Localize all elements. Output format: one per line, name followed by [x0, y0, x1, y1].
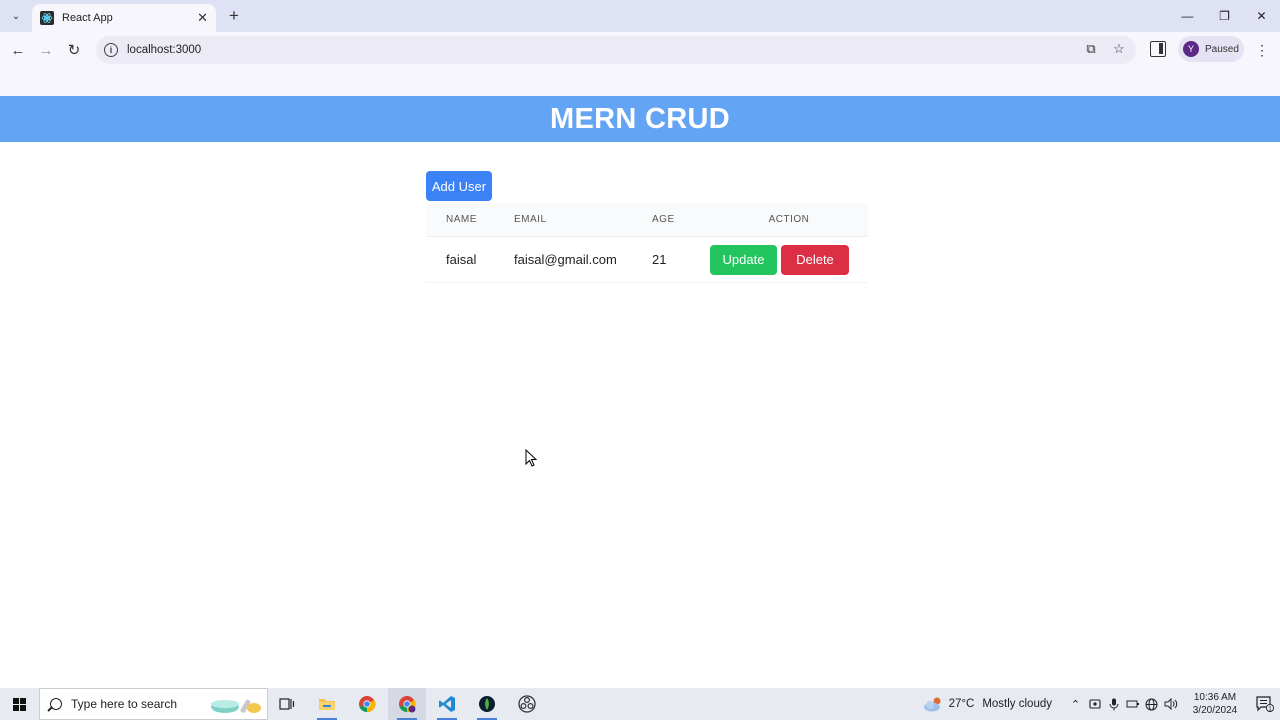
weather-widget[interactable]: 27°C Mostly cloudy — [923, 696, 1052, 712]
mongodb-compass-icon[interactable] — [468, 688, 506, 720]
users-table: NAME EMAIL AGE ACTION faisal faisal@gmai… — [426, 203, 868, 283]
search-icon — [50, 698, 62, 710]
header-email: EMAIL — [514, 214, 547, 225]
profile-button[interactable]: Y Paused — [1178, 36, 1244, 62]
kebab-menu-icon[interactable]: ⋮ — [1254, 40, 1270, 60]
chrome-icon[interactable] — [348, 688, 386, 720]
microphone-icon[interactable] — [1104, 688, 1123, 720]
add-user-button[interactable]: Add User — [426, 171, 492, 201]
clock-time: 10:36 AM — [1193, 692, 1237, 703]
vscode-icon[interactable] — [428, 688, 466, 720]
obs-icon[interactable] — [508, 688, 546, 720]
update-button[interactable]: Update — [710, 244, 777, 275]
profile-status: Paused — [1205, 43, 1239, 55]
weather-temp: 27°C — [948, 698, 975, 710]
avatar: Y — [1183, 41, 1199, 57]
info-icon[interactable]: i — [104, 43, 118, 57]
app-title: MERN CRUD — [550, 102, 730, 135]
minimize-icon[interactable]: — — [1169, 0, 1206, 32]
search-highlight-icon — [211, 699, 261, 713]
battery-icon[interactable] — [1123, 688, 1142, 720]
react-favicon-icon — [40, 11, 54, 25]
bookmark-bar — [0, 68, 1280, 96]
delete-button[interactable]: Delete — [781, 244, 849, 275]
system-tray: 27°C Mostly cloudy ⌃ 10:36 AM 3/20/2024 … — [923, 688, 1280, 720]
page-viewport: MERN CRUD Add User NAME EMAIL AGE ACTION… — [0, 96, 1280, 688]
browser-toolbar: ← → ↻ i localhost:3000 ⧉ ☆ Y Paused — [0, 32, 1280, 68]
close-icon[interactable]: ✕ — [197, 10, 208, 26]
header-action: ACTION — [768, 214, 810, 225]
window-controls: — ❐ ✕ — [1169, 0, 1280, 32]
plus-icon[interactable]: + — [224, 6, 244, 26]
tab-search-icon[interactable]: ⌄ — [6, 6, 26, 26]
cloudy-weather-icon — [923, 697, 941, 712]
url-text: localhost:3000 — [127, 44, 202, 56]
notification-center-icon[interactable]: 1 — [1250, 688, 1280, 720]
tab-react-app[interactable]: React App ✕ — [32, 4, 216, 32]
table-header: NAME EMAIL AGE ACTION — [426, 203, 868, 237]
chevron-up-icon[interactable]: ⌃ — [1066, 688, 1085, 720]
search-placeholder: Type here to search — [71, 697, 178, 711]
window-close-icon[interactable]: ✕ — [1243, 0, 1280, 32]
meet-now-icon[interactable] — [1085, 688, 1104, 720]
task-view-icon[interactable] — [268, 688, 306, 720]
install-app-icon[interactable]: ⧉ — [1082, 40, 1100, 58]
cell-name: faisal — [446, 252, 477, 267]
weather-desc: Mostly cloudy — [982, 698, 1052, 710]
tab-title: React App — [62, 12, 113, 24]
users-container: Add User NAME EMAIL AGE ACTION faisal fa… — [426, 171, 868, 283]
file-explorer-icon[interactable] — [308, 688, 346, 720]
header-age: AGE — [652, 214, 675, 225]
cell-email: faisal@gmail.com — [514, 252, 617, 267]
clock[interactable]: 10:36 AM 3/20/2024 — [1184, 691, 1246, 717]
restore-icon[interactable]: ❐ — [1206, 0, 1243, 32]
app-header: MERN CRUD — [0, 96, 1280, 142]
side-panel-icon[interactable] — [1150, 41, 1166, 57]
cell-action: Update Delete — [710, 244, 868, 275]
clock-date: 3/20/2024 — [1192, 705, 1238, 716]
chrome-profile-icon[interactable] — [388, 688, 426, 720]
cell-age: 21 — [652, 252, 667, 267]
tab-strip: ⌄ React App ✕ + — ❐ ✕ — [0, 0, 1280, 32]
windows-start-icon[interactable] — [0, 688, 38, 720]
back-icon[interactable]: ← — [8, 40, 28, 60]
star-icon[interactable]: ☆ — [1110, 40, 1128, 58]
taskbar-search-input[interactable]: Type here to search — [39, 688, 268, 720]
address-bar[interactable]: i localhost:3000 ⧉ ☆ — [96, 36, 1136, 64]
network-globe-icon[interactable] — [1142, 688, 1161, 720]
taskbar: Type here to search 27°C Mostly cloudy ⌃ — [0, 688, 1280, 720]
speaker-icon[interactable] — [1161, 688, 1180, 720]
table-row: faisal faisal@gmail.com 21 Update Delete — [426, 237, 868, 283]
forward-icon[interactable]: → — [36, 40, 56, 60]
reload-icon[interactable]: ↻ — [64, 40, 84, 60]
header-name: NAME — [446, 214, 477, 225]
